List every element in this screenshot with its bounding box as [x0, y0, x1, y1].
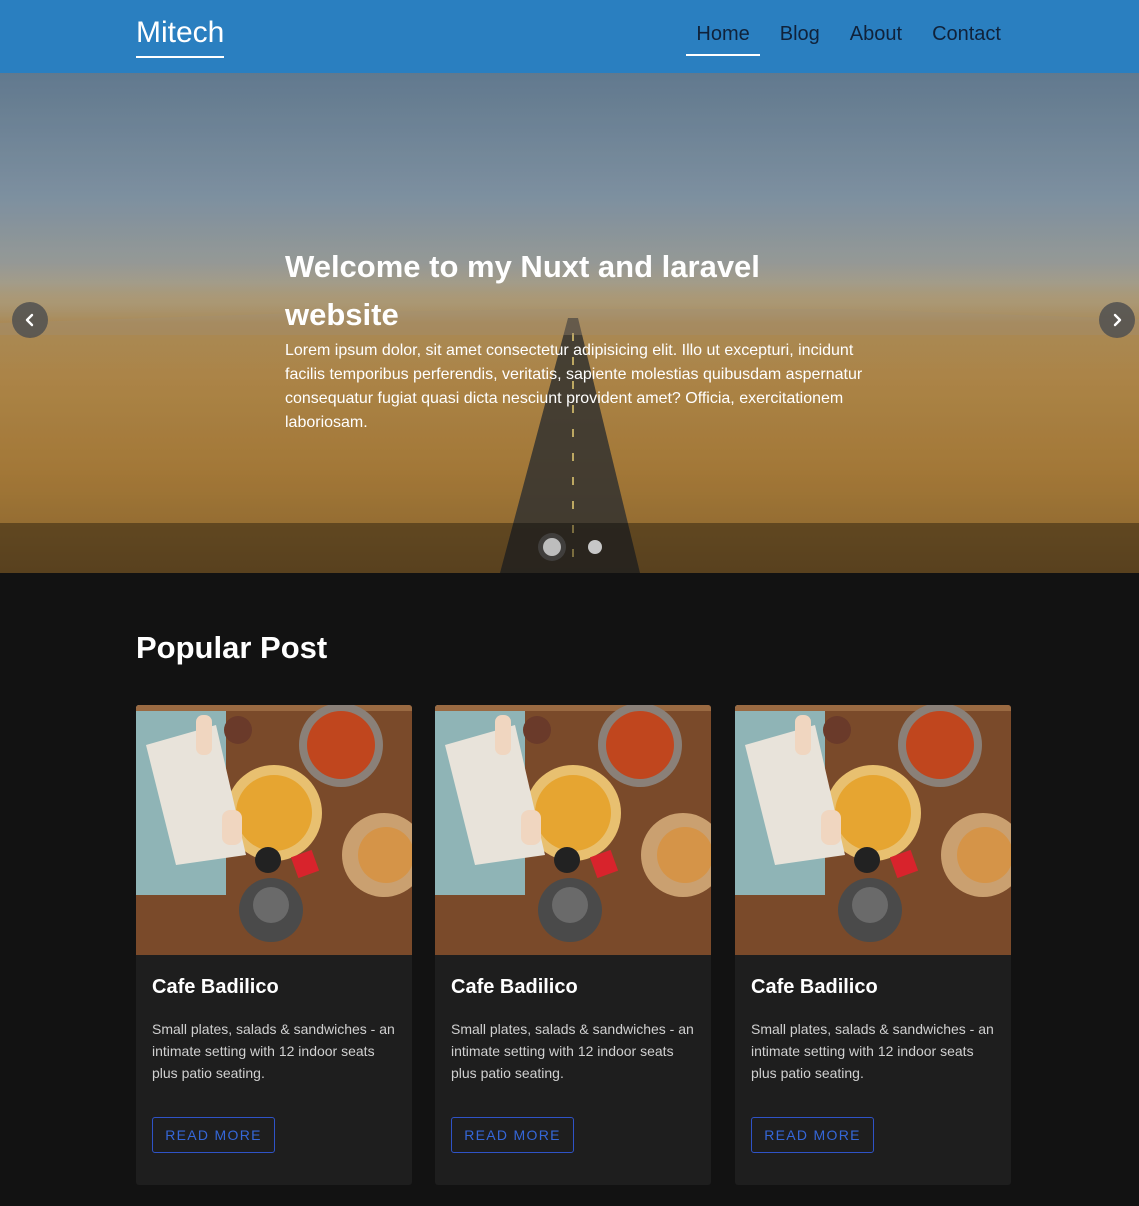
post-image [735, 705, 1011, 955]
carousel-indicators [0, 523, 1139, 573]
carousel-next-button[interactable] [1099, 302, 1135, 338]
post-title: Cafe Badilico [751, 976, 878, 998]
read-more-button[interactable]: READ MORE [751, 1117, 874, 1153]
chevron-right-icon [1113, 313, 1122, 327]
brand-logo-text[interactable]: Mitech [136, 14, 225, 58]
hero-title: Welcome to my Nuxt and laravel website [285, 249, 760, 332]
hero-caption: Welcome to my Nuxt and laravel website L… [285, 243, 875, 435]
post-card: Cafe Badilico Small plates, salads & san… [435, 705, 711, 1185]
main-nav: Home Blog About Contact [676, 18, 1011, 56]
read-more-button[interactable]: READ MORE [451, 1117, 574, 1153]
post-excerpt: Small plates, salads & sandwiches - an i… [152, 1021, 395, 1081]
post-image [435, 705, 711, 955]
read-more-button[interactable]: READ MORE [152, 1117, 275, 1153]
hero-description: Lorem ipsum dolor, sit amet consectetur … [285, 342, 863, 431]
nav-blog[interactable]: Blog [770, 18, 830, 56]
app-bar: Mitech Home Blog About Contact [0, 0, 1139, 73]
post-card: Cafe Badilico Small plates, salads & san… [735, 705, 1011, 1185]
carousel-prev-button[interactable] [12, 302, 48, 338]
carousel-dot-2[interactable] [588, 540, 602, 554]
nav-contact[interactable]: Contact [922, 18, 1011, 56]
carousel-dot-1[interactable] [543, 538, 561, 556]
chevron-left-icon [25, 313, 34, 327]
post-image [136, 705, 412, 955]
hero-carousel: Welcome to my Nuxt and laravel website L… [0, 73, 1139, 573]
post-excerpt: Small plates, salads & sandwiches - an i… [751, 1021, 994, 1081]
post-card: Cafe Badilico Small plates, salads & san… [136, 705, 412, 1185]
nav-about[interactable]: About [840, 18, 912, 56]
nav-home[interactable]: Home [686, 18, 760, 56]
post-title: Cafe Badilico [152, 976, 279, 998]
post-title: Cafe Badilico [451, 976, 578, 998]
post-excerpt: Small plates, salads & sandwiches - an i… [451, 1021, 694, 1081]
section-title: Popular Post [136, 630, 328, 665]
